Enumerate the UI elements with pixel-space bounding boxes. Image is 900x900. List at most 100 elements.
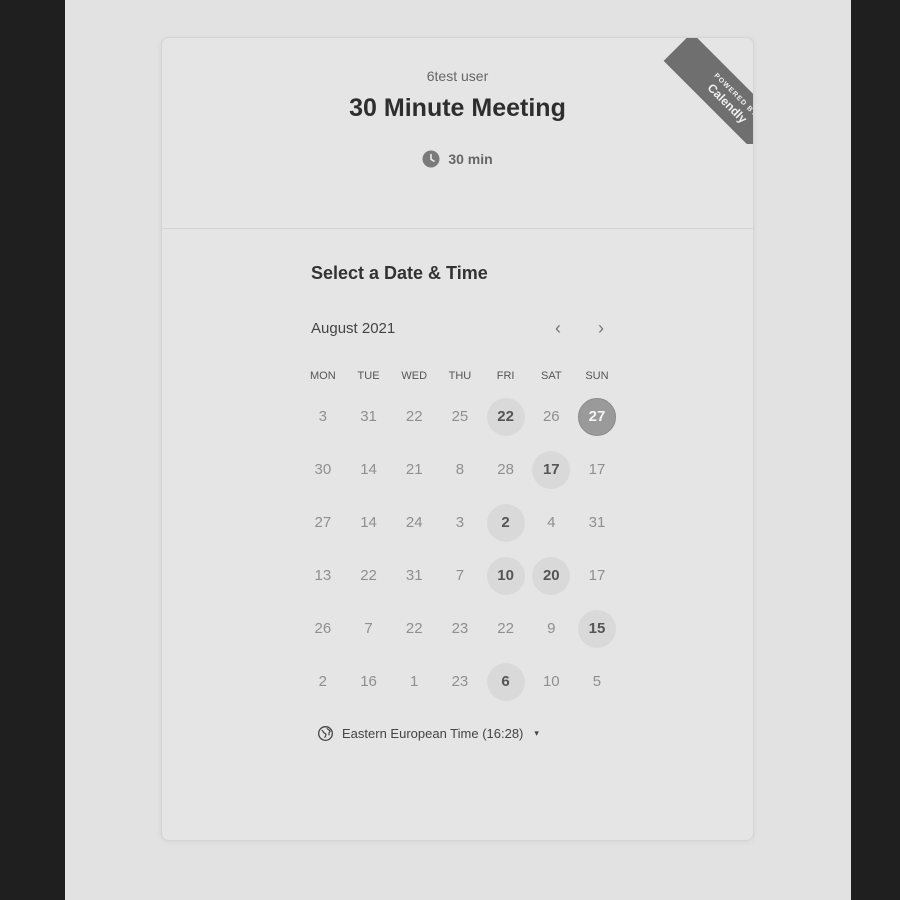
calendar-day-number: 17 — [588, 567, 606, 584]
calendar-day: 7 — [346, 602, 392, 655]
weekday-wed: WED — [401, 370, 428, 382]
calendar-day: 23 — [437, 602, 483, 655]
calendar-day[interactable]: 15 — [574, 602, 620, 655]
calendar-day-number: 2 — [318, 673, 328, 690]
calendar-day-number: 8 — [455, 461, 465, 478]
calendar-day-number: 16 — [360, 673, 377, 690]
calendar-day[interactable]: 17 — [528, 443, 574, 496]
calendar-day-number: 17 — [588, 461, 606, 478]
next-month-button[interactable]: › — [590, 317, 612, 339]
calendar-day: 22 — [391, 390, 437, 443]
calendar-day[interactable]: 2 — [483, 496, 529, 549]
calendar-day: 4 — [528, 496, 574, 549]
timezone-label: Eastern European Time (16:28) — [342, 726, 524, 741]
calendar-day-number: 3 — [318, 408, 328, 425]
calendar-day-number: 31 — [588, 514, 606, 531]
calendar-day: 17 — [574, 443, 620, 496]
calendar-day-number: 5 — [592, 673, 602, 690]
duration-label: 30 min — [448, 151, 493, 167]
calendar-day: 17 — [574, 549, 620, 602]
calendar-day: 5 — [574, 655, 620, 708]
calendar-day: 7 — [437, 549, 483, 602]
calendar-day-number: 23 — [451, 673, 469, 690]
calendar-day-number: 13 — [314, 567, 332, 584]
calendar-day: 8 — [437, 443, 483, 496]
calendar-day-number: 7 — [364, 620, 373, 637]
right-backdrop — [851, 0, 900, 900]
globe-icon — [317, 725, 334, 742]
calendar-day: 22 — [483, 602, 529, 655]
calendar-day-number: 27 — [314, 514, 332, 531]
calendar-day: 27 — [300, 496, 346, 549]
calendar-day: 14 — [346, 443, 392, 496]
calendar-day-number: 27 — [577, 397, 616, 436]
calendar-day-number: 31 — [360, 408, 377, 425]
calendar-day-number: 24 — [405, 514, 423, 531]
weekday-tue: TUE — [357, 370, 380, 382]
weekday-sat: SAT — [540, 370, 562, 382]
calendar-day: 26 — [300, 602, 346, 655]
calendar-day-number: 22 — [497, 620, 514, 637]
calendar-day-number: 22 — [405, 408, 423, 425]
calendar-grid: 3 31 22 25 22 26 27 30 14 21 8 28 17 17 27 14 24 3 2 4 31 13 2… — [300, 390, 620, 708]
scheduling-card: 6test user 30 Minute Meeting 30 min POWE… — [161, 37, 754, 841]
calendar-day[interactable]: 6 — [483, 655, 529, 708]
calendar-day: 2 — [300, 655, 346, 708]
calendar-day-number: 14 — [360, 461, 377, 478]
calendar-day: 23 — [437, 655, 483, 708]
calendar-day-number: 20 — [532, 556, 571, 595]
calendar-day: 25 — [437, 390, 483, 443]
calendar-day-number: 6 — [486, 662, 525, 701]
calendar-day[interactable]: 10 — [483, 549, 529, 602]
chevron-left-icon: ‹ — [555, 317, 561, 338]
calendar-day: 31 — [346, 390, 392, 443]
calendar-day-number: 22 — [405, 620, 423, 637]
calendar-day-number: 28 — [497, 461, 514, 478]
calendar-day-number: 15 — [577, 609, 616, 648]
event-duration: 30 min — [162, 150, 753, 168]
powered-by-ribbon[interactable]: POWERED BY Calendly — [661, 38, 753, 144]
calendar-day: 28 — [483, 443, 529, 496]
calendar-day: 3 — [300, 390, 346, 443]
calendar-day-number: 31 — [405, 567, 423, 584]
timezone-selector[interactable]: Eastern European Time (16:28) ▾ — [317, 725, 539, 742]
calendar-day-number: 4 — [547, 514, 556, 531]
weekday-sun: SUN — [585, 370, 609, 382]
weekday-thu: THU — [448, 370, 472, 382]
weekday-header: MON TUE WED THU FRI SAT SUN — [300, 370, 620, 386]
calendar-day[interactable]: 20 — [528, 549, 574, 602]
calendar-day-number: 21 — [405, 461, 423, 478]
caret-down-icon: ▾ — [534, 728, 539, 738]
calendar-day-number: 14 — [360, 514, 377, 531]
calendar-day: 21 — [391, 443, 437, 496]
calendar-day: 31 — [391, 549, 437, 602]
event-header: 6test user 30 Minute Meeting 30 min POWE… — [162, 38, 753, 229]
calendar-day-number: 2 — [486, 503, 525, 542]
calendar-day-number: 1 — [410, 673, 419, 690]
weekday-fri: FRI — [496, 370, 515, 382]
calendar-day-number: 17 — [532, 450, 571, 489]
calendar-day: 31 — [574, 496, 620, 549]
calendar-day-number: 23 — [451, 620, 469, 637]
calendar-day: 3 — [437, 496, 483, 549]
calendar-day: 1 — [391, 655, 437, 708]
select-date-title: Select a Date & Time — [311, 263, 488, 283]
calendar-day: 13 — [300, 549, 346, 602]
weekday-mon: MON — [310, 370, 336, 382]
calendar-day-number: 10 — [486, 556, 525, 595]
calendar-day-number: 10 — [542, 673, 560, 690]
calendar-day: 10 — [528, 655, 574, 708]
prev-month-button[interactable]: ‹ — [547, 317, 569, 339]
calendar-day: 22 — [346, 549, 392, 602]
calendar-day: 26 — [528, 390, 574, 443]
calendar-day: 16 — [346, 655, 392, 708]
calendar-day: 22 — [391, 602, 437, 655]
clock-icon — [422, 150, 440, 168]
chevron-right-icon: › — [598, 317, 604, 338]
calendar-day: 24 — [391, 496, 437, 549]
month-label: August 2021 — [311, 320, 396, 337]
calendar-day: 14 — [346, 496, 392, 549]
calendar-day: 9 — [528, 602, 574, 655]
calendar-day[interactable]: 22 — [483, 390, 529, 443]
calendar-day[interactable]: 27 — [574, 390, 620, 443]
